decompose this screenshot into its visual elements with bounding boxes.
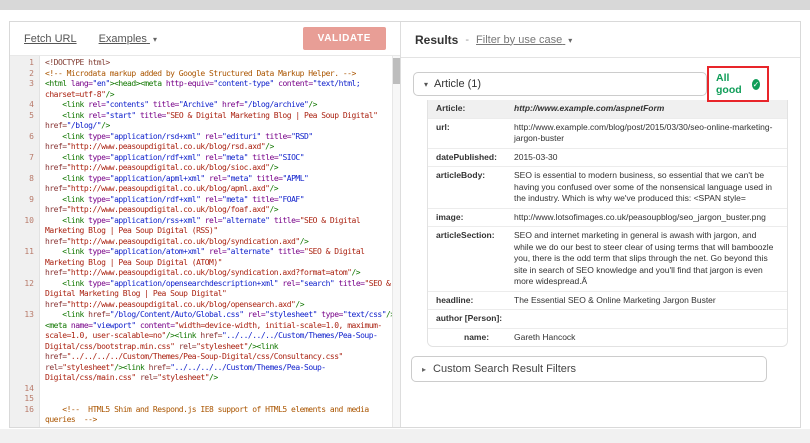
table-row: articleSection:SEO and internet marketin…	[428, 226, 787, 291]
code-line: 8 <link type="application/apml+xml" rel=…	[10, 174, 400, 195]
editor-scrollbar[interactable]	[392, 56, 400, 427]
line-number: 14	[10, 384, 40, 395]
property-label: url:	[428, 122, 514, 145]
main-card: Fetch URL Examples ▾ VALIDATE 1<!DOCTYPE…	[9, 21, 801, 428]
table-row: articleBody:SEO is essential to modern b…	[428, 166, 787, 208]
property-label: image:	[428, 212, 514, 224]
line-number: 11	[10, 247, 40, 279]
validate-button[interactable]: VALIDATE	[303, 27, 386, 50]
code-line: 4 <link rel="contents" title="Archive" h…	[10, 100, 400, 111]
line-number: 3	[10, 79, 40, 100]
line-number: 15	[10, 394, 40, 405]
line-number: 9	[10, 195, 40, 216]
line-number: 13	[10, 310, 40, 384]
property-label: articleBody:	[428, 170, 514, 205]
property-value: SEO and internet marketing in general is…	[514, 230, 787, 288]
check-circle-icon: ✓	[752, 79, 760, 90]
code-line: 3<html lang="en"><head><meta http-equiv=…	[10, 79, 400, 100]
code-line: 9 <link type="application/rdf+xml" rel="…	[10, 195, 400, 216]
code-line: 6 <link type="application/rsd+xml" rel="…	[10, 132, 400, 153]
fetch-url-link[interactable]: Fetch URL	[24, 33, 77, 45]
line-number: 5	[10, 111, 40, 132]
examples-dropdown[interactable]: Examples ▾	[99, 33, 157, 45]
property-label: headline:	[428, 295, 514, 307]
property-value: http://www.example.com/aspnetForm	[514, 103, 787, 115]
line-number: 2	[10, 69, 40, 80]
article-header-label: Article (1)	[434, 78, 481, 90]
table-row: datePublished:2015-03-30	[428, 148, 787, 167]
table-row: Article:http://www.example.com/aspnetFor…	[428, 100, 787, 118]
property-label: author [Person]:	[428, 313, 514, 325]
property-label: Article:	[428, 103, 514, 115]
structured-data-testing-tool: Fetch URL Examples ▾ VALIDATE 1<!DOCTYPE…	[0, 0, 810, 443]
property-value: 2015-03-30	[514, 152, 787, 164]
code-toolbar: Fetch URL Examples ▾ VALIDATE	[10, 22, 400, 55]
article-accordion-header[interactable]: ▾ Article (1)	[413, 72, 707, 96]
property-value: SEO is essential to modern business, so …	[514, 170, 787, 205]
line-number: 16	[10, 405, 40, 426]
line-number: 8	[10, 174, 40, 195]
property-value	[514, 313, 787, 325]
structured-data-table: Article:http://www.example.com/aspnetFor…	[427, 100, 788, 347]
property-label: datePublished:	[428, 152, 514, 164]
bottom-strip	[0, 429, 810, 443]
code-line: 11 <link type="application/atom+xml" rel…	[10, 247, 400, 279]
code-line: 5 <link rel="start" title="SEO & Digital…	[10, 111, 400, 132]
results-title: Results	[415, 33, 458, 47]
annotation-box: All good ✓	[707, 66, 769, 102]
code-panel: Fetch URL Examples ▾ VALIDATE 1<!DOCTYPE…	[10, 22, 401, 427]
code-line: 13 <link href="/blog/Content/Auto/Global…	[10, 310, 400, 384]
table-row: name:Gareth Hancock	[428, 328, 787, 347]
line-number: 12	[10, 279, 40, 311]
results-header: Results - Filter by use case ▾	[401, 22, 800, 58]
table-row: author [Person]:	[428, 309, 787, 328]
table-row: url:http://www.example.com/blog/post/201…	[428, 118, 787, 148]
code-line: 7 <link type="application/rdf+xml" rel="…	[10, 153, 400, 174]
property-label: name:	[428, 332, 514, 344]
property-value: http://www.lotsofimages.co.uk/peasoupblo…	[514, 212, 787, 224]
status-badge: All good	[716, 72, 747, 96]
line-number: 10	[10, 216, 40, 248]
property-value: http://www.example.com/blog/post/2015/03…	[514, 122, 787, 145]
chevron-right-icon: ▸	[422, 365, 426, 374]
chevron-down-icon: ▾	[153, 35, 157, 44]
code-line: 15	[10, 394, 400, 405]
code-line: 1<!DOCTYPE html>	[10, 58, 400, 69]
code-line: 10 <link type="application/rss+xml" rel=…	[10, 216, 400, 248]
top-strip	[0, 0, 810, 10]
property-value: Gareth Hancock	[514, 332, 787, 344]
table-row: headline:The Essential SEO & Online Mark…	[428, 291, 787, 310]
line-number: 7	[10, 153, 40, 174]
code-line: 12 <link type="application/opensearchdes…	[10, 279, 400, 311]
results-separator: -	[465, 34, 469, 46]
table-row: image:http://www.lotsofimages.co.uk/peas…	[428, 208, 787, 227]
code-line: 16 <!-- HTML5 Shim and Respond.js IE8 su…	[10, 405, 400, 426]
line-number: 4	[10, 100, 40, 111]
custom-filters-label: Custom Search Result Filters	[433, 363, 576, 375]
code-lines: 1<!DOCTYPE html>2<!-- Microdata markup a…	[10, 58, 400, 426]
custom-search-result-filters[interactable]: ▸ Custom Search Result Filters	[411, 356, 767, 382]
line-number: 6	[10, 132, 40, 153]
code-line: 2<!-- Microdata markup added by Google S…	[10, 69, 400, 80]
results-panel: Results - Filter by use case ▾ ▾ Article…	[401, 22, 800, 427]
filter-by-use-case-dropdown[interactable]: Filter by use case ▾	[476, 34, 572, 46]
chevron-down-icon: ▾	[424, 80, 428, 89]
editor-scrollbar-thumb[interactable]	[393, 58, 400, 84]
line-number: 1	[10, 58, 40, 69]
article-section-row: ▾ Article (1) All good ✓	[413, 71, 800, 97]
property-label: articleSection:	[428, 230, 514, 288]
chevron-down-icon: ▾	[568, 36, 572, 45]
property-value: The Essential SEO & Online Marketing Jar…	[514, 295, 787, 307]
code-editor[interactable]: 1<!DOCTYPE html>2<!-- Microdata markup a…	[10, 55, 400, 427]
code-line: 14	[10, 384, 400, 395]
